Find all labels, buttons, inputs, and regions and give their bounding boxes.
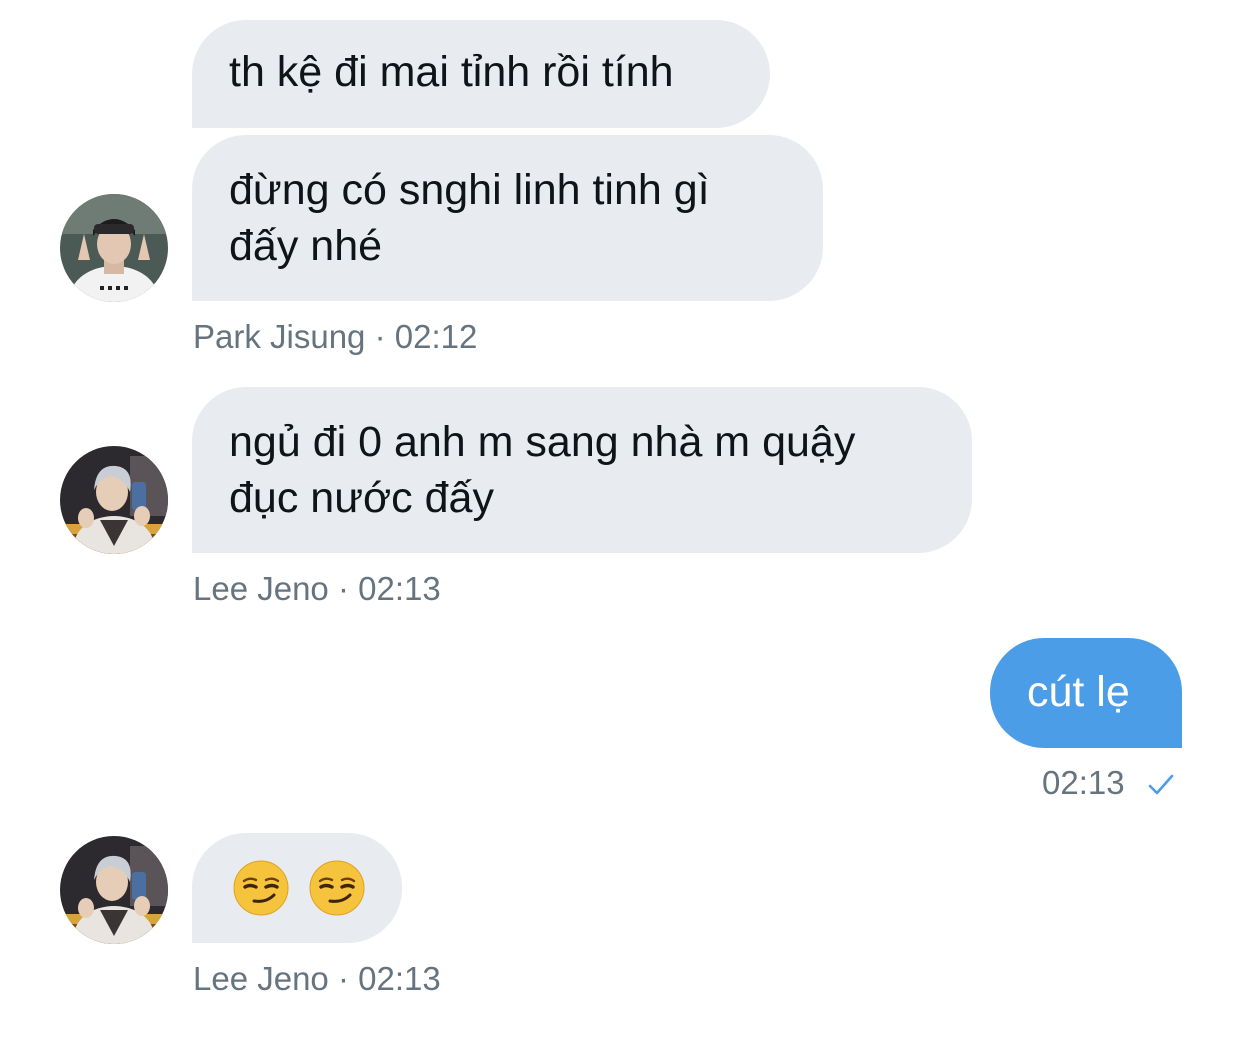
message-bubble-incoming[interactable]: th kệ đi mai tỉnh rồi tính	[192, 20, 770, 128]
message-meta: 02:13	[1042, 763, 1174, 805]
message-timestamp: 02:13	[358, 570, 441, 607]
meta-separator: ·	[374, 318, 386, 355]
smirking-face-emoji	[308, 859, 366, 931]
sender-name[interactable]: Lee Jeno	[193, 960, 329, 997]
avatar-lee-jeno[interactable]	[60, 836, 168, 944]
message-text: đừng có snghi linh tinh gì đấy nhé	[229, 166, 710, 270]
message-meta: Park Jisung · 02:12	[193, 317, 477, 357]
avatar-image	[60, 836, 168, 944]
message-text: ngủ đi 0 anh m sang nhà m quậy đục nước …	[229, 418, 856, 522]
message-meta: Lee Jeno · 02:13	[193, 569, 441, 609]
avatar-park-jisung[interactable]	[60, 194, 168, 302]
message-bubble-outgoing[interactable]: cút lẹ	[990, 638, 1182, 748]
sender-name[interactable]: Park Jisung	[193, 318, 365, 355]
message-meta: Lee Jeno · 02:13	[193, 959, 441, 999]
message-bubble-incoming[interactable]	[192, 833, 402, 943]
message-text: cút lẹ	[1027, 668, 1130, 716]
check-icon	[1148, 765, 1174, 805]
message-bubble-incoming[interactable]: ngủ đi 0 anh m sang nhà m quậy đục nước …	[192, 387, 972, 553]
meta-separator: ·	[337, 960, 349, 997]
avatar-image	[60, 446, 168, 554]
smirking-face-emoji	[232, 859, 290, 931]
message-timestamp: 02:13	[358, 960, 441, 997]
avatar-lee-jeno[interactable]	[60, 446, 168, 554]
meta-separator: ·	[337, 570, 349, 607]
message-timestamp: 02:12	[394, 318, 478, 355]
message-timestamp: 02:13	[1042, 764, 1125, 801]
message-text: th kệ đi mai tỉnh rồi tính	[229, 48, 674, 96]
message-bubble-incoming[interactable]: đừng có snghi linh tinh gì đấy nhé	[192, 135, 823, 301]
sender-name[interactable]: Lee Jeno	[193, 570, 329, 607]
avatar-image	[60, 194, 168, 302]
